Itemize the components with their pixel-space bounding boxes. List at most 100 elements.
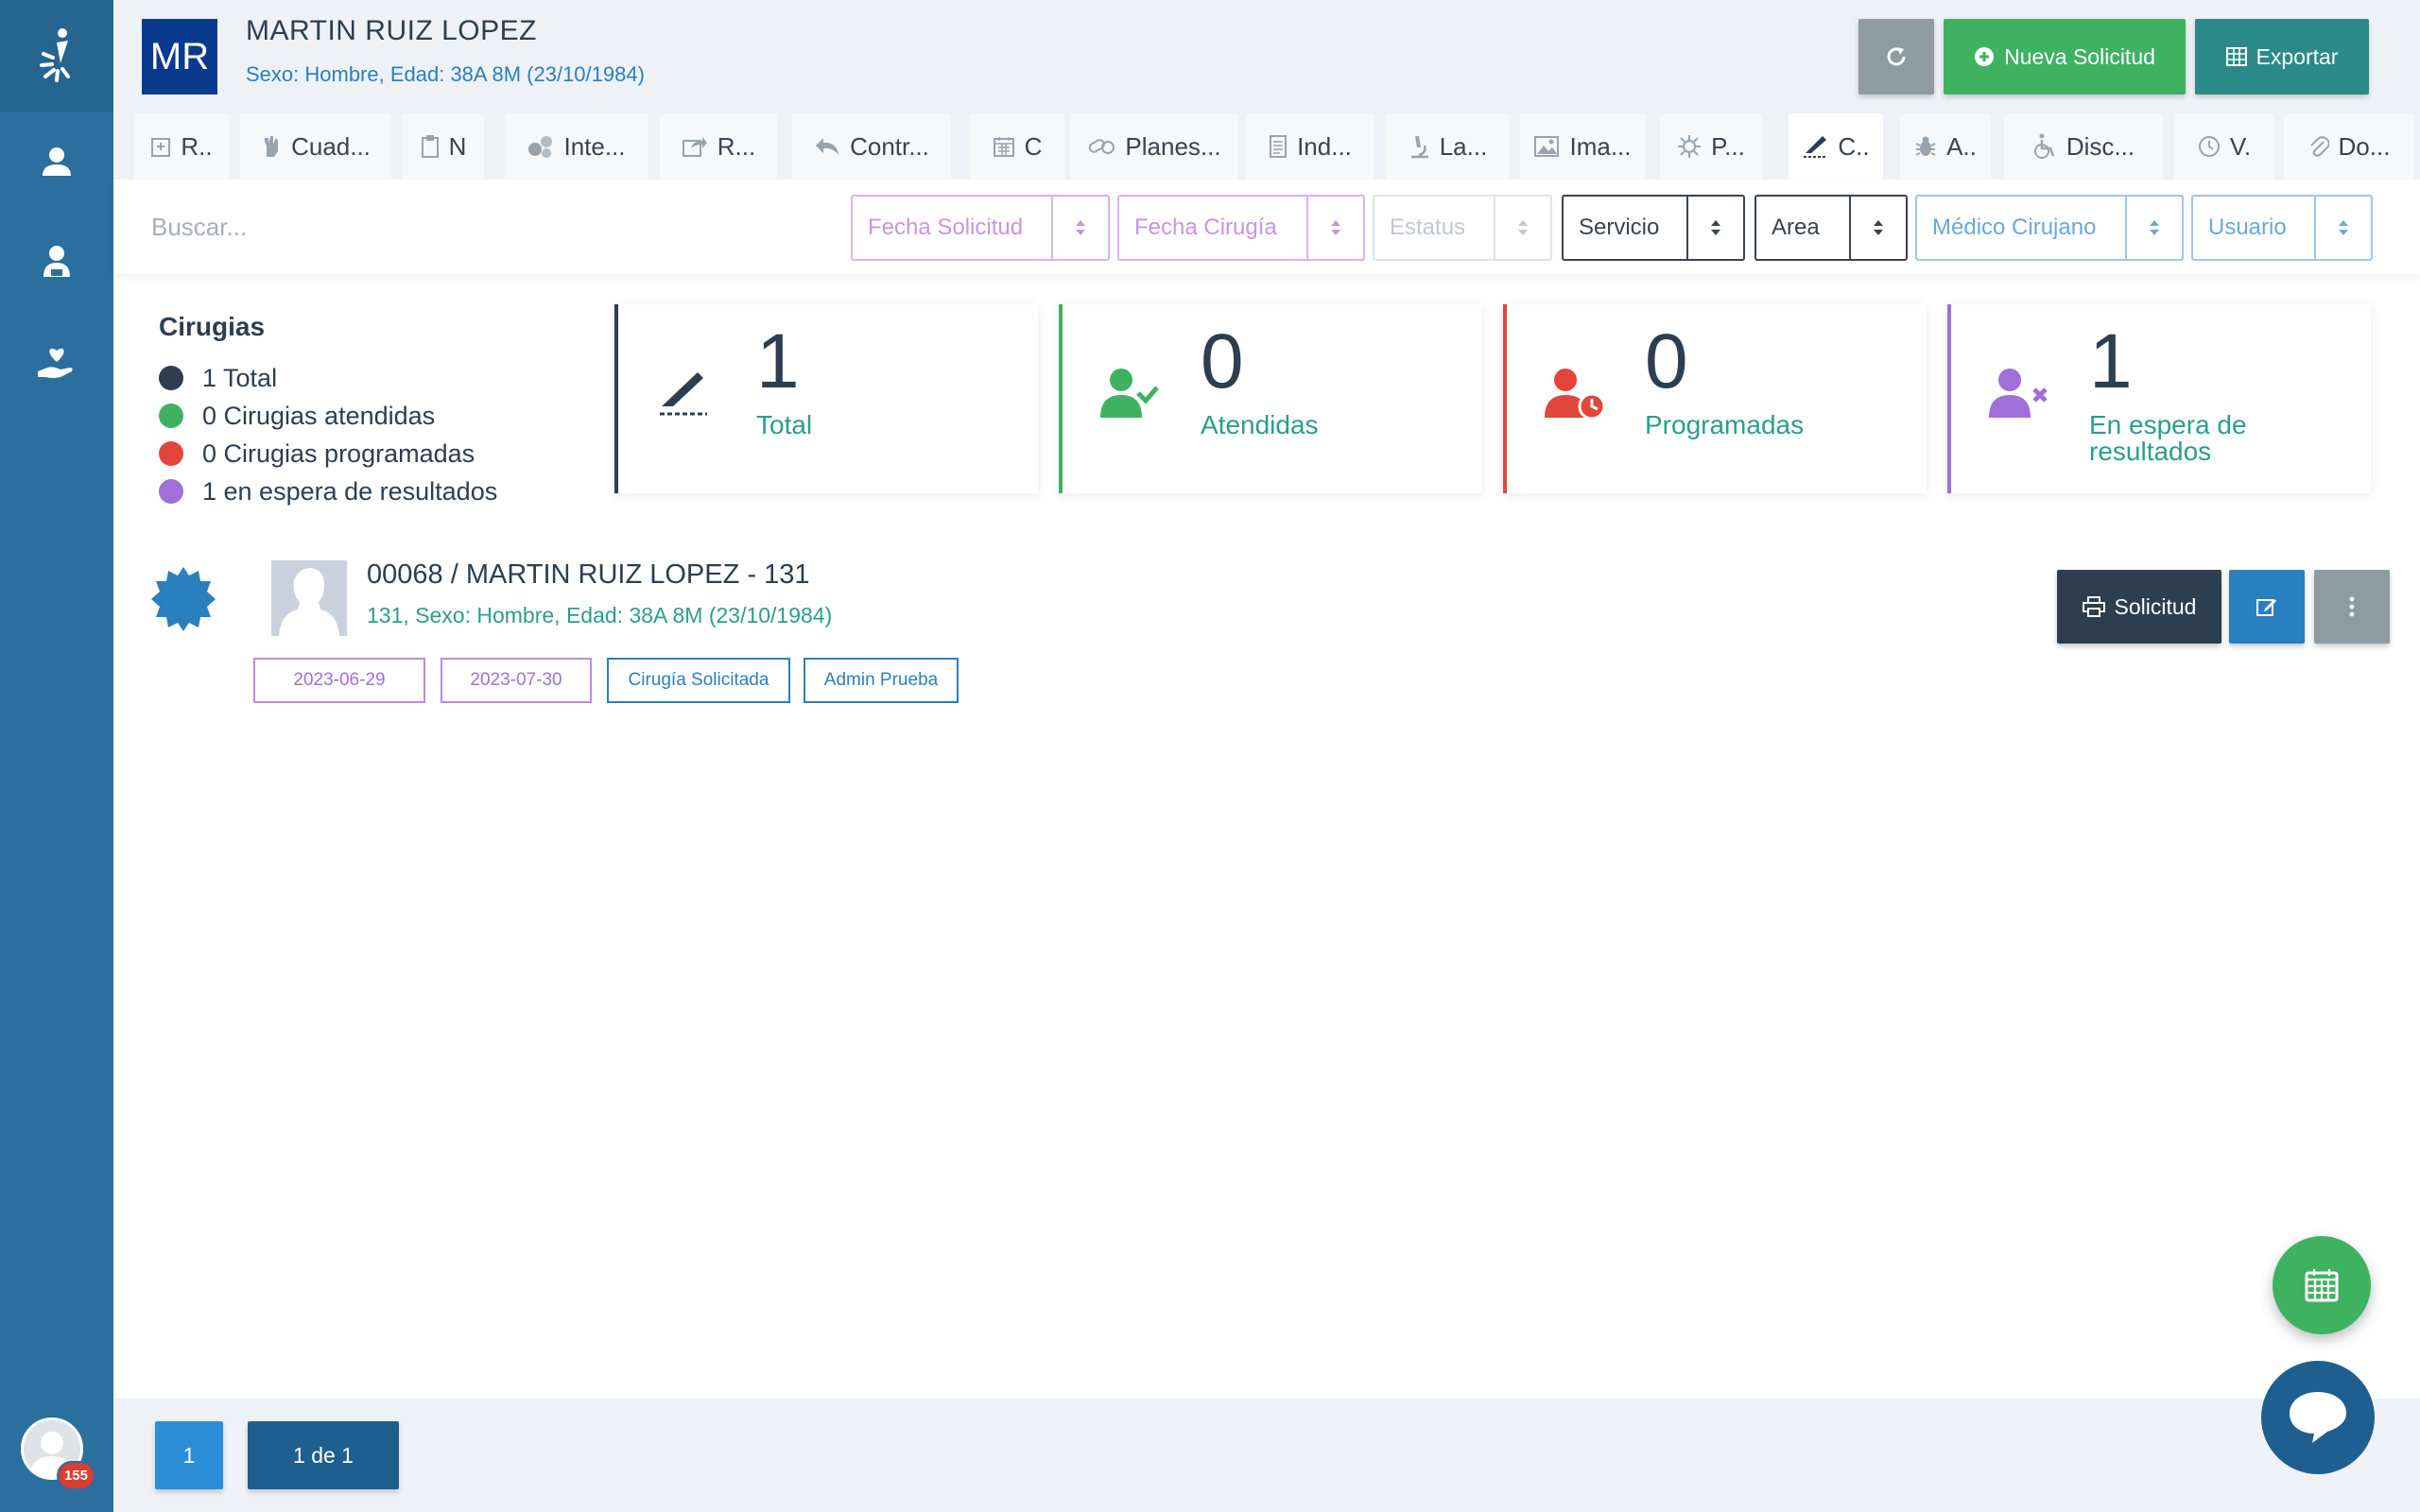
edit-button[interactable]	[2229, 570, 2305, 644]
pagination-bar: 1 1 de 1	[113, 1399, 2420, 1512]
sort-icon	[2314, 197, 2371, 259]
tab-2[interactable]: Cuad...	[240, 113, 391, 180]
page-button-current[interactable]: 1	[155, 1421, 223, 1489]
search-input[interactable]	[151, 198, 889, 255]
tab-14[interactable]: A..	[1900, 113, 1991, 180]
share-icon	[682, 137, 707, 157]
tab-6[interactable]: Contr...	[792, 113, 951, 180]
user-times-icon	[1989, 369, 2048, 418]
stat-card-total[interactable]: 1 Total	[614, 304, 1038, 493]
user-clock-icon	[1545, 369, 1605, 421]
reply-icon	[816, 138, 839, 155]
sort-icon	[1849, 197, 1906, 259]
virus-icon	[1678, 135, 1702, 158]
sort-icon	[1686, 197, 1743, 259]
legend-item-atendidas: 0 Cirugias atendidas	[159, 397, 497, 435]
tab-3[interactable]: N	[403, 113, 484, 180]
tab-1[interactable]: R..	[134, 113, 229, 180]
servicio-select[interactable]: Servicio	[1562, 195, 1745, 261]
user-desk-icon	[43, 246, 70, 277]
document-icon	[1270, 135, 1288, 158]
user-avatar[interactable]: 155	[21, 1418, 95, 1490]
sidebar-item-patient[interactable]	[0, 112, 113, 212]
legend-item-programadas: 0 Cirugias programadas	[159, 435, 497, 472]
legend-item-total: 1 Total	[159, 359, 497, 397]
user-check-icon	[1100, 369, 1159, 418]
calendar-icon	[2305, 1269, 2339, 1302]
sort-icon	[1306, 197, 1363, 259]
tag-estatus: Cirugía Solicitada	[607, 658, 790, 703]
tab-16[interactable]: V.	[2174, 113, 2274, 180]
tab-9[interactable]: Ind...	[1246, 113, 1374, 180]
patient-photo	[271, 560, 347, 636]
print-request-button[interactable]: Solicitud	[2057, 570, 2221, 644]
tab-13[interactable]: C..	[1789, 113, 1883, 180]
hospital-icon	[151, 138, 171, 157]
area-select[interactable]: Area	[1754, 195, 1908, 261]
sidebar: 155	[0, 0, 113, 1512]
tab-11[interactable]: Ima...	[1520, 113, 1645, 180]
legend-dot	[159, 366, 183, 390]
tab-5[interactable]: R...	[660, 113, 777, 180]
app-logo[interactable]	[0, 0, 113, 112]
logo-icon	[40, 28, 70, 82]
circles-icon	[528, 136, 553, 158]
usuario-select[interactable]: Usuario	[2191, 195, 2373, 261]
refresh-button[interactable]	[1858, 19, 1934, 94]
legend-item-espera: 1 en espera de resultados	[159, 472, 497, 510]
sort-icon	[1051, 197, 1108, 259]
stat-value: 0	[1645, 318, 1688, 404]
calendar-icon	[993, 137, 1014, 157]
tab-17[interactable]: Do...	[2284, 113, 2414, 180]
stat-card-espera[interactable]: 1 En espera de resultados	[1947, 304, 2371, 493]
notification-badge[interactable]: 155	[56, 1461, 95, 1490]
stat-card-programadas[interactable]: 0 Programadas	[1503, 304, 1927, 493]
more-options-button[interactable]	[2314, 570, 2390, 644]
scalpel-icon	[660, 372, 707, 416]
stat-label: Total	[756, 410, 813, 439]
tab-12[interactable]: P...	[1660, 113, 1762, 180]
certificate-badge-icon	[151, 567, 216, 631]
sidebar-item-care[interactable]	[0, 312, 113, 412]
patient-info: Sexo: Hombre, Edad: 38A 8M (23/10/1984)	[246, 62, 645, 86]
export-label: Exportar	[2256, 43, 2339, 69]
fecha-cirugia-select[interactable]: Fecha Cirugía	[1117, 195, 1365, 261]
export-button[interactable]: Exportar	[2195, 19, 2369, 94]
fecha-solicitud-select[interactable]: Fecha Solicitud	[851, 195, 1110, 261]
hand-heart-icon	[38, 348, 73, 378]
record-title[interactable]: 00068 / MARTIN RUIZ LOPEZ - 131	[367, 559, 809, 591]
print-request-label: Solicitud	[2114, 593, 2197, 619]
module-tabs: R.. Cuad... N Inte... R... Contr... C Pl…	[113, 112, 2420, 180]
table-icon	[2225, 47, 2247, 66]
bug-icon	[1915, 136, 1936, 156]
microscope-icon	[1410, 136, 1428, 159]
tag-fecha-cirugia: 2023-07-30	[441, 658, 592, 703]
refresh-icon	[1887, 47, 1906, 66]
stat-value: 0	[1201, 318, 1244, 404]
tab-7[interactable]: C	[970, 113, 1064, 180]
tab-4[interactable]: Inte...	[505, 113, 648, 180]
tag-usuario: Admin Prueba	[804, 658, 959, 703]
stat-card-atendidas[interactable]: 0 Atendidas	[1059, 304, 1482, 493]
tab-10[interactable]: La...	[1386, 113, 1509, 180]
chat-bubble-icon	[2290, 1392, 2346, 1443]
medico-cirujano-select[interactable]: Médico Cirujano	[1915, 195, 2184, 261]
new-request-label: Nueva Solicitud	[2004, 43, 2155, 69]
hand-icon	[265, 136, 279, 157]
sidebar-item-staff[interactable]	[0, 212, 113, 312]
chat-fab-button[interactable]	[2261, 1361, 2375, 1474]
new-request-button[interactable]: Nueva Solicitud	[1944, 19, 2186, 94]
patient-header: MR MARTIN RUIZ LOPEZ Sexo: Hombre, Edad:…	[113, 0, 2420, 112]
tab-15[interactable]: Disc...	[2004, 113, 2163, 180]
surgery-legend: Cirugias 1 Total 0 Cirugias atendidas 0 …	[159, 312, 497, 510]
tab-8[interactable]: Planes...	[1070, 113, 1238, 180]
calendar-fab-button[interactable]	[2273, 1236, 2371, 1334]
legend-title: Cirugias	[159, 312, 266, 341]
record-subtitle: 131, Sexo: Hombre, Edad: 38A 8M (23/10/1…	[367, 603, 833, 627]
legend-dot	[159, 441, 183, 466]
estatus-select[interactable]: Estatus	[1373, 195, 1552, 261]
pills-icon	[1089, 139, 1115, 154]
stat-label: Atendidas	[1201, 410, 1319, 439]
user-icon	[43, 147, 71, 176]
filter-bar: Fecha Solicitud Fecha Cirugía Estatus Se…	[113, 180, 2420, 274]
